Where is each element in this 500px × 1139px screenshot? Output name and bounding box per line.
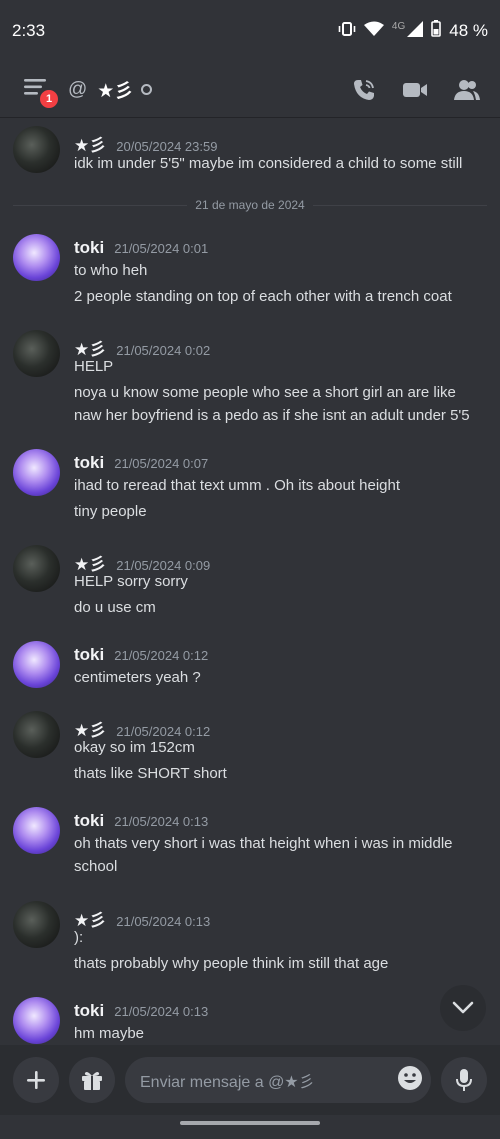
message[interactable]: toki 21/05/2024 0:13 hm maybe bbox=[0, 991, 500, 1045]
message-timestamp: 21/05/2024 0:13 bbox=[114, 1004, 209, 1019]
microphone-icon bbox=[456, 1069, 472, 1091]
message-input-placeholder: Enviar mensaje a @★彡 bbox=[140, 1074, 315, 1091]
gift-icon bbox=[82, 1072, 102, 1090]
message-author[interactable]: toki bbox=[74, 1001, 104, 1021]
avatar[interactable] bbox=[13, 330, 60, 377]
message[interactable]: ★彡 21/05/2024 0:13 ): thats probably why… bbox=[0, 895, 500, 985]
vibrate-icon bbox=[338, 21, 356, 42]
members-button[interactable] bbox=[454, 79, 480, 101]
message-author[interactable]: toki bbox=[74, 453, 104, 473]
status-indicator bbox=[141, 84, 153, 95]
video-call-button[interactable] bbox=[402, 80, 428, 100]
status-time: 2:33 bbox=[12, 21, 46, 40]
message-text: HELP bbox=[74, 358, 114, 375]
message-list[interactable]: ★彡 20/05/2024 23:59 idk im under 5'5" ma… bbox=[0, 119, 500, 1045]
message-author[interactable]: ★彡 bbox=[74, 131, 106, 156]
date-divider: 21 de mayo de 2024 bbox=[13, 195, 488, 215]
message[interactable]: ★彡 20/05/2024 23:59 idk im under 5'5" ma… bbox=[0, 119, 500, 189]
avatar[interactable] bbox=[13, 126, 60, 173]
members-icon bbox=[454, 79, 480, 100]
channel-name[interactable]: ★彡 bbox=[97, 76, 133, 103]
gift-button[interactable] bbox=[69, 1057, 115, 1103]
battery-percent: 48 % bbox=[449, 21, 488, 40]
message-text: ): bbox=[74, 929, 84, 946]
notification-badge: 1 bbox=[38, 87, 60, 110]
message-text: tiny people bbox=[74, 503, 147, 520]
message-timestamp: 21/05/2024 0:02 bbox=[116, 343, 211, 358]
message[interactable]: ★彡 21/05/2024 0:09 HELP sorry sorry do u… bbox=[0, 539, 500, 629]
avatar[interactable] bbox=[13, 901, 60, 948]
message-text: HELP sorry sorry bbox=[74, 573, 188, 590]
battery-icon bbox=[431, 20, 442, 42]
menu-button[interactable]: 1 bbox=[18, 72, 60, 110]
home-indicator[interactable] bbox=[180, 1121, 320, 1125]
message-text: noya u know some people who see a short … bbox=[74, 384, 456, 401]
message-text: hm maybe bbox=[74, 1025, 145, 1042]
message-text: 2 people standing on top of each other w… bbox=[74, 288, 452, 305]
voice-message-button[interactable] bbox=[441, 1057, 487, 1103]
signal-icon bbox=[407, 20, 424, 42]
avatar[interactable] bbox=[13, 234, 60, 281]
message-timestamp: 21/05/2024 0:07 bbox=[114, 456, 209, 471]
voice-call-button[interactable] bbox=[352, 78, 376, 102]
message-timestamp: 20/05/2024 23:59 bbox=[116, 139, 218, 154]
message-author[interactable]: ★彡 bbox=[74, 716, 106, 741]
emoji-button[interactable] bbox=[397, 1065, 423, 1096]
message-text: oh thats very short i was that height wh… bbox=[74, 835, 453, 852]
message[interactable]: toki 21/05/2024 0:12 centimeters yeah ? bbox=[0, 635, 500, 701]
message-text: do u use cm bbox=[74, 599, 156, 616]
message-text: ihad to reread that text umm . Oh its ab… bbox=[74, 477, 401, 494]
emoji-icon bbox=[398, 1065, 422, 1090]
avatar[interactable] bbox=[13, 641, 60, 688]
message[interactable]: ★彡 21/05/2024 0:12 okay so im 152cm that… bbox=[0, 705, 500, 795]
avatar[interactable] bbox=[13, 449, 60, 496]
message-author[interactable]: toki bbox=[74, 238, 104, 258]
network-type: 4G bbox=[391, 20, 406, 32]
message-text: school bbox=[74, 858, 118, 875]
message-timestamp: 21/05/2024 0:13 bbox=[116, 914, 211, 929]
message-text: thats probably why people think im still… bbox=[74, 955, 389, 972]
add-attachment-button[interactable] bbox=[13, 1057, 59, 1103]
message-timestamp: 21/05/2024 0:12 bbox=[114, 648, 209, 663]
jump-to-bottom-button[interactable] bbox=[440, 985, 486, 1031]
chevron-down-icon bbox=[452, 1001, 474, 1014]
message-input[interactable]: Enviar mensaje a @★彡 bbox=[125, 1057, 431, 1103]
message-text: okay so im 152cm bbox=[74, 739, 195, 756]
avatar[interactable] bbox=[13, 807, 60, 854]
message-author[interactable]: ★彡 bbox=[74, 335, 106, 360]
message-text: idk im under 5'5" maybe im considered a … bbox=[74, 155, 463, 172]
message-author[interactable]: toki bbox=[74, 645, 104, 665]
message-author[interactable]: ★彡 bbox=[74, 906, 106, 931]
message-timestamp: 21/05/2024 0:01 bbox=[114, 241, 209, 256]
message-composer: Enviar mensaje a @★彡 bbox=[0, 1045, 500, 1115]
message-text: centimeters yeah ? bbox=[74, 669, 201, 686]
plus-icon bbox=[27, 1071, 45, 1089]
message-text: to who heh bbox=[74, 262, 148, 279]
phone-icon bbox=[354, 79, 374, 100]
wifi-icon bbox=[363, 21, 384, 42]
message[interactable]: toki 21/05/2024 0:07 ihad to reread that… bbox=[0, 443, 500, 533]
status-bar: 2:33 4G 48 % bbox=[0, 0, 500, 62]
avatar[interactable] bbox=[13, 997, 60, 1044]
message-timestamp: 21/05/2024 0:13 bbox=[114, 814, 209, 829]
message[interactable]: ★彡 21/05/2024 0:02 HELP noya u know some… bbox=[0, 324, 500, 434]
message-timestamp: 21/05/2024 0:09 bbox=[116, 558, 211, 573]
at-icon: @ bbox=[68, 78, 88, 100]
message-author[interactable]: ★彡 bbox=[74, 550, 106, 575]
avatar[interactable] bbox=[13, 545, 60, 592]
message-author[interactable]: toki bbox=[74, 811, 104, 831]
camera-icon bbox=[403, 82, 427, 97]
message[interactable]: toki 21/05/2024 0:13 oh thats very short… bbox=[0, 801, 500, 891]
message-timestamp: 21/05/2024 0:12 bbox=[116, 724, 211, 739]
message-text: naw her boyfriend is a pedo as if she is… bbox=[74, 407, 470, 424]
message-text: thats like SHORT short bbox=[74, 765, 227, 782]
channel-header: 1 @ ★彡 bbox=[0, 62, 500, 118]
avatar[interactable] bbox=[13, 711, 60, 758]
message[interactable]: toki 21/05/2024 0:01 to who heh 2 people… bbox=[0, 227, 500, 317]
date-divider-label: 21 de mayo de 2024 bbox=[195, 198, 305, 212]
